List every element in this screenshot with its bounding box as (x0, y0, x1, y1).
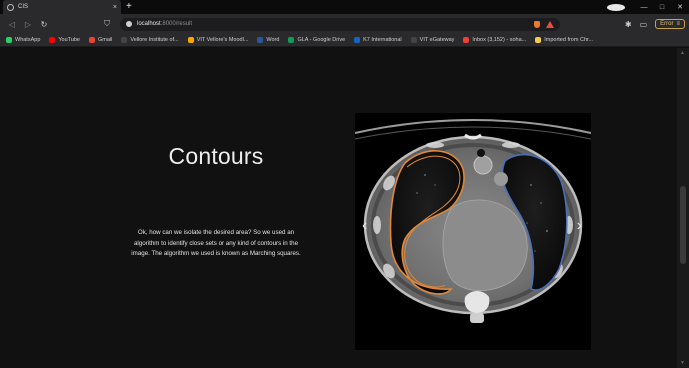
error-label: Error (660, 21, 674, 27)
bookmark-item[interactable]: Imported from Chr... (535, 37, 593, 43)
carousel-next-button[interactable]: › (577, 217, 582, 235)
bookmark-item[interactable]: Inbox (3,152) - soha... (463, 37, 526, 43)
bookmark-label: Word (266, 37, 280, 43)
ct-scan-drawing (355, 119, 591, 323)
bookmark-label: Gmail (98, 37, 113, 43)
rewards-icon[interactable] (546, 20, 554, 28)
extensions-icon[interactable]: ✱ (625, 20, 632, 29)
bookmark-item[interactable]: K7 International (354, 37, 402, 43)
ct-scan-image: ‹ › (355, 113, 591, 350)
bookmark-item[interactable]: Vellore Institute of... (121, 37, 179, 43)
bookmark-label: YouTube (58, 37, 80, 43)
error-button[interactable]: Error ≡ (655, 19, 685, 29)
scroll-thumb[interactable] (680, 186, 686, 264)
bookmark-item[interactable]: Word (257, 37, 279, 43)
profile-icon[interactable] (607, 3, 625, 11)
bookmark-favicon-icon (535, 37, 542, 43)
bookmark-favicon-icon (89, 37, 95, 43)
browser-window: CIS × + — □ ✕ ◁ ▷ ↻ ⛉ localhost :8000/re… (0, 0, 689, 368)
globe-icon (7, 3, 14, 11)
browser-toolbar: ◁ ▷ ↻ ⛉ localhost :8000/result ✱ ▭ Error… (0, 14, 689, 34)
scroll-up-icon[interactable]: ▲ (680, 50, 685, 56)
bookmark-favicon-icon (187, 37, 194, 43)
tab-title: CIS (18, 4, 29, 10)
section-description: Ok, how can we isolate the desired area?… (131, 229, 301, 257)
reload-button[interactable]: ↻ (36, 20, 52, 29)
omnibox-actions (534, 20, 554, 28)
bookmark-item[interactable]: Gmail (89, 37, 112, 43)
maximize-button[interactable]: □ (653, 4, 671, 11)
menu-icon: ≡ (676, 21, 680, 27)
bookmark-item[interactable]: YouTube (49, 37, 80, 43)
url-path: :8000/result (160, 21, 193, 27)
bookmark-favicon-icon (410, 37, 417, 43)
back-button[interactable]: ◁ (4, 20, 20, 29)
bookmark-favicon-icon (49, 37, 56, 43)
scroll-down-icon[interactable]: ▼ (680, 360, 685, 366)
bookmark-favicon-icon (121, 37, 128, 43)
window-controls: — □ ✕ (607, 0, 689, 14)
toolbar-right: ✱ ▭ Error ≡ (625, 19, 685, 29)
url-host: localhost (137, 21, 161, 27)
close-tab-icon[interactable]: × (113, 4, 117, 11)
bookmark-item[interactable]: VIT eGateway (410, 37, 455, 43)
bookmark-label: GLA - Google Drive (297, 37, 346, 43)
bookmark-item[interactable]: VIT Vellore's Moodl... (187, 37, 249, 43)
tab-cis[interactable]: CIS × (3, 0, 121, 14)
close-window-button[interactable]: ✕ (671, 3, 689, 11)
page-scrollbar[interactable]: ▲ ▼ (677, 48, 689, 368)
bookmark-page-icon[interactable]: ⛉ (104, 19, 114, 29)
tab-strip: CIS × + — □ ✕ (0, 0, 689, 14)
bookmark-label: Inbox (3,152) - soha... (472, 37, 527, 43)
address-bar[interactable]: localhost :8000/result (120, 17, 560, 31)
minimize-button[interactable]: — (635, 4, 653, 11)
bookmark-item[interactable]: WhatsApp (6, 37, 40, 43)
bookmark-label: Imported from Chr... (544, 37, 594, 43)
bookmark-favicon-icon (257, 37, 264, 43)
bookmark-favicon-icon (6, 37, 12, 43)
brave-shield-icon[interactable] (534, 20, 540, 28)
bookmarks-bar: WhatsApp YouTube Gmail Vellore Institute of… (0, 34, 689, 47)
section-heading: Contours (168, 143, 264, 169)
sidebar-icon[interactable]: ▭ (640, 20, 648, 29)
bookmark-label: VIT Vellore's Moodl... (196, 37, 249, 43)
bookmark-label: Vellore Institute of... (130, 37, 179, 43)
site-info-icon[interactable] (126, 21, 132, 27)
forward-button[interactable]: ▷ (20, 20, 36, 29)
bookmark-label: K7 International (363, 37, 402, 43)
carousel-prev-button[interactable]: ‹ (362, 217, 367, 235)
bookmark-label: WhatsApp (15, 37, 41, 43)
new-tab-button[interactable]: + (126, 0, 132, 14)
bookmark-favicon-icon (354, 37, 361, 43)
bookmark-favicon-icon (463, 37, 470, 43)
bookmark-item[interactable]: GLA - Google Drive (288, 37, 345, 43)
bookmark-favicon-icon (288, 37, 295, 43)
bookmark-label: VIT eGateway (419, 37, 455, 43)
